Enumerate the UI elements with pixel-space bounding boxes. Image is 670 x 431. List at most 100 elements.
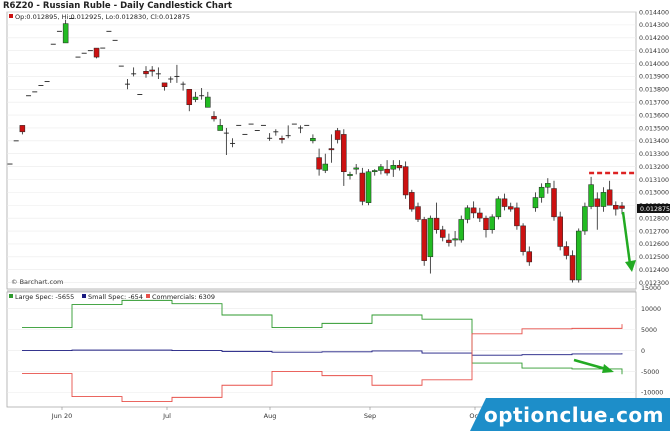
- price-y-tick-label: 0.014200: [639, 35, 669, 42]
- price-y-tick-label: 0.013000: [639, 190, 669, 197]
- candle-body: [433, 217, 440, 230]
- legend-large-spec-marker: [9, 294, 13, 298]
- candle-body: [600, 192, 607, 207]
- price-y-tick-label: 0.012700: [639, 228, 669, 235]
- cot-panel-frame: [6, 291, 637, 408]
- price-y-tick-label: 0.013700: [639, 99, 669, 106]
- candle-body: [452, 238, 458, 241]
- candle-body: [359, 172, 366, 202]
- candle-body: [409, 192, 415, 210]
- price-y-tick-label: 0.014100: [639, 48, 669, 55]
- candle-body: [205, 96, 211, 108]
- legend-commercials-marker: [146, 294, 150, 298]
- candle-body: [588, 184, 594, 207]
- candle-body: [495, 198, 502, 218]
- candle-body: [594, 198, 601, 207]
- cot-y-tick-label: 10000: [641, 306, 661, 313]
- brand-watermark: optionclue.com: [484, 403, 664, 427]
- candle-body: [483, 217, 489, 230]
- candle-body: [563, 246, 570, 256]
- ohlc-legend: Op:0.012895, Hi:0.012925, Lo:0.012830, C…: [15, 13, 190, 21]
- cot-legend: Large Spec: -5655 Small Spec: -654 Comme…: [9, 293, 215, 301]
- candle-body: [341, 134, 347, 173]
- candle-body: [371, 170, 378, 173]
- candle-body: [316, 157, 322, 170]
- candle-body: [532, 197, 539, 209]
- candle-body: [402, 166, 409, 196]
- candle-body: [334, 130, 341, 140]
- candle-body: [192, 96, 199, 100]
- candle-body: [353, 167, 359, 170]
- candle-body: [477, 212, 483, 219]
- price-y-tick-label: 0.013600: [639, 112, 669, 119]
- candle-body: [365, 171, 372, 203]
- barchart-attribution: © Barchart.com: [11, 278, 63, 286]
- candle-body: [310, 138, 316, 142]
- candle-body: [279, 138, 285, 140]
- candle-body: [347, 174, 353, 176]
- price-y-tick-label: 0.013100: [639, 177, 669, 184]
- price-y-tick-label: 0.013500: [639, 125, 669, 132]
- candle-body: [551, 188, 557, 218]
- legend-small-spec-marker: [82, 294, 86, 298]
- candle-body: [489, 216, 495, 230]
- candle-body: [545, 183, 551, 188]
- price-panel-frame: [6, 11, 637, 290]
- candle-body: [378, 166, 384, 171]
- candle-body: [613, 205, 619, 210]
- price-y-tick-label: 0.012800: [639, 215, 669, 222]
- candle-body: [526, 251, 533, 263]
- candle-body: [421, 219, 427, 261]
- cot-y-tick-label: 5000: [641, 327, 657, 334]
- candle-body: [514, 207, 520, 227]
- price-y-tick-label: 0.013900: [639, 74, 669, 81]
- cot-y-tick-label: 0: [641, 348, 645, 355]
- candle-body: [569, 255, 576, 281]
- cot-y-tick-label: 15000: [641, 285, 661, 292]
- candle-body: [427, 217, 434, 258]
- candle-body: [390, 165, 397, 170]
- candle-body: [322, 163, 329, 171]
- price-y-tick-label: 0.012400: [639, 267, 669, 274]
- cot-y-tick-label: -5000: [641, 369, 659, 376]
- candle-body: [470, 207, 477, 214]
- candle-body: [582, 206, 588, 232]
- candle-body: [328, 148, 335, 151]
- candle-body: [149, 69, 155, 72]
- price-y-tick-label: 0.013300: [639, 151, 669, 158]
- candle-body: [464, 207, 471, 220]
- price-y-tick-label: 0.014300: [639, 22, 669, 29]
- candle-body: [161, 82, 168, 87]
- candle-body: [186, 89, 193, 106]
- candle-body: [211, 116, 217, 120]
- price-y-tick-label: 0.014000: [639, 61, 669, 68]
- price-y-tick-label: 0.012500: [639, 254, 669, 261]
- legend-small-spec: Small Spec: -654: [88, 293, 143, 301]
- x-tick-label: Jun 20: [51, 412, 73, 420]
- x-axis-labels: Jun 20 Jul Aug Sep Oct: [51, 407, 481, 420]
- cot-y-tick-label: -10000: [641, 390, 663, 397]
- price-y-tick-label: 0.013400: [639, 138, 669, 145]
- candle-body: [217, 125, 223, 131]
- candle-body: [557, 216, 563, 247]
- candle-body: [507, 206, 514, 210]
- candle-body: [19, 125, 26, 133]
- candle-body: [93, 47, 100, 58]
- price-y-tick-label: 0.012600: [639, 241, 669, 248]
- last-price-label: 0.012875: [640, 206, 670, 213]
- cot-y-axis: 15000 10000 5000 0 -5000 -10000: [641, 285, 663, 397]
- ohlc-legend-marker: [9, 14, 13, 18]
- candle-body: [143, 71, 149, 75]
- price-y-tick-label: 0.014400: [639, 9, 669, 16]
- candle-body: [396, 165, 403, 169]
- x-tick-label: Jul: [162, 412, 171, 420]
- candle-body: [538, 186, 545, 198]
- x-tick-label: Aug: [264, 412, 277, 420]
- candle-body: [439, 229, 446, 238]
- candle-body: [606, 189, 613, 206]
- price-y-axis: 0.014400 0.014300 0.014200 0.014100 0.014000…: [639, 9, 669, 287]
- candle-body: [501, 198, 508, 207]
- chart-canvas: 0.014400 0.014300 0.014200 0.014100 0.014000…: [6, 9, 670, 431]
- price-y-tick-label: 0.013800: [639, 87, 669, 94]
- legend-large-spec: Large Spec: -5655: [15, 293, 74, 301]
